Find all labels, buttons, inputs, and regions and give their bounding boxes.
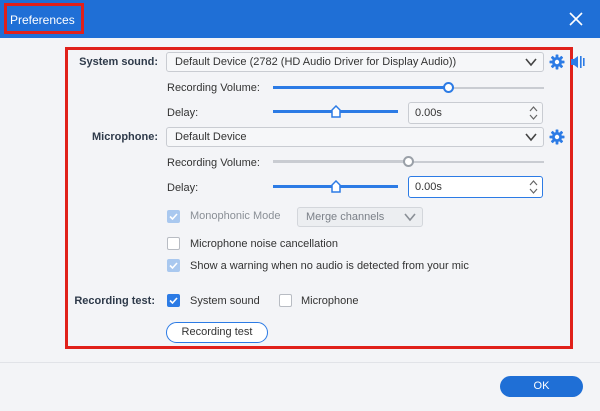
microphone-device-select[interactable]: Default Device <box>166 127 544 147</box>
chevron-down-icon <box>404 213 416 222</box>
microphone-label: Microphone: <box>92 131 158 143</box>
chevron-down-icon <box>525 133 537 142</box>
mic-recording-volume-label: Recording Volume: <box>167 157 260 169</box>
spin-arrows-icon[interactable] <box>529 105 538 121</box>
spin-arrows-icon[interactable] <box>529 179 538 195</box>
monophonic-mode-label: Monophonic Mode <box>190 210 281 222</box>
channel-mode-value: Merge channels <box>306 211 385 223</box>
system-sound-device-value: Default Device (2782 (HD Audio Driver fo… <box>175 56 457 68</box>
speaker-bars-icon[interactable] <box>570 54 586 70</box>
channel-mode-select[interactable]: Merge channels <box>297 207 423 227</box>
test-system-sound-label: System sound <box>190 295 260 307</box>
system-delay-label: Delay: <box>167 107 199 119</box>
mic-recording-volume-slider[interactable] <box>273 155 544 169</box>
monophonic-mode-checkbox[interactable] <box>167 210 180 223</box>
system-delay-slider[interactable] <box>273 105 398 119</box>
noise-cancellation-checkbox[interactable] <box>167 237 180 250</box>
slider-fill <box>273 160 409 163</box>
system-recording-volume-slider[interactable] <box>273 81 544 95</box>
slider-pin-icon[interactable] <box>330 180 341 193</box>
slider-fill <box>273 86 450 89</box>
checkmark-icon <box>169 297 178 305</box>
microphone-device-value: Default Device <box>175 131 247 143</box>
title-highlight-box <box>4 3 84 34</box>
recording-test-button[interactable]: Recording test <box>166 322 268 343</box>
slider-knob[interactable] <box>402 156 414 167</box>
chevron-down-icon <box>525 58 537 67</box>
slider-knob[interactable] <box>443 82 455 93</box>
noise-cancellation-label: Microphone noise cancellation <box>190 238 338 250</box>
test-microphone-label: Microphone <box>301 295 359 307</box>
checkmark-icon <box>169 213 178 221</box>
gear-icon[interactable] <box>549 54 565 70</box>
system-delay-input[interactable]: 0.00s <box>408 102 543 124</box>
system-sound-label: System sound: <box>79 56 158 68</box>
checkmark-icon <box>169 262 178 270</box>
title-bar: Preferences <box>0 0 600 38</box>
no-audio-warning-checkbox[interactable] <box>167 259 180 272</box>
mic-delay-input[interactable]: 0.00s <box>408 176 543 198</box>
close-button[interactable] <box>565 8 587 30</box>
footer-divider <box>0 362 600 363</box>
gear-icon[interactable] <box>549 129 565 145</box>
slider-pin-icon[interactable] <box>330 105 341 118</box>
system-sound-device-select[interactable]: Default Device (2782 (HD Audio Driver fo… <box>166 52 544 72</box>
test-system-sound-checkbox[interactable] <box>167 294 180 307</box>
test-microphone-checkbox[interactable] <box>279 294 292 307</box>
recording-test-label: Recording test: <box>74 295 155 307</box>
mic-delay-value: 0.00s <box>415 181 442 193</box>
no-audio-warning-label: Show a warning when no audio is detected… <box>190 260 469 272</box>
mic-delay-label: Delay: <box>167 182 199 194</box>
mic-delay-slider[interactable] <box>273 180 398 194</box>
close-icon <box>569 12 583 26</box>
system-delay-value: 0.00s <box>415 107 442 119</box>
system-recording-volume-label: Recording Volume: <box>167 82 260 94</box>
ok-button[interactable]: OK <box>500 376 583 397</box>
